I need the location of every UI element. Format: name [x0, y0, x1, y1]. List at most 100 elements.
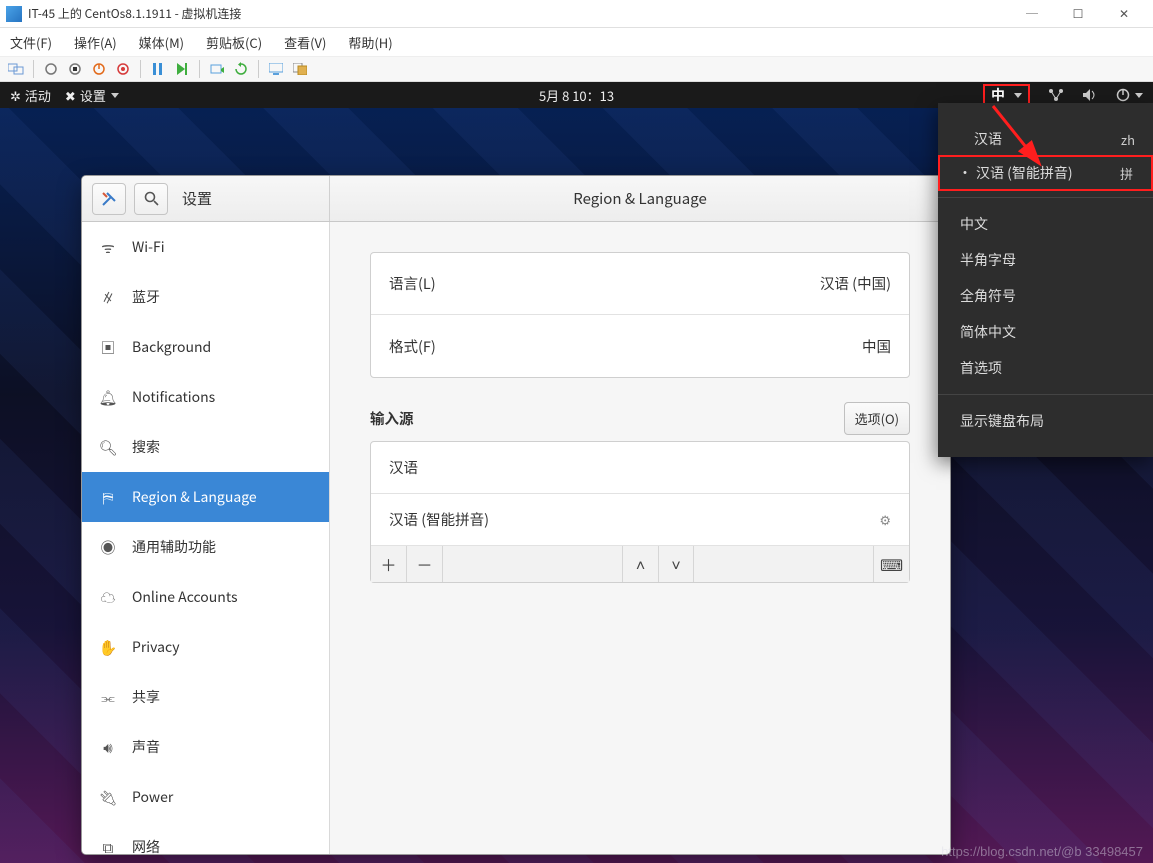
settings-tools-button[interactable] [92, 183, 126, 215]
sidebar-item-label: 通用辅助功能 [132, 537, 216, 557]
host-titlebar: IT-45 上的 CentOs8.1.1911 - 虚拟机连接 ─ ☐ ✕ [0, 0, 1153, 28]
keyboard-layout-button[interactable]: ⌨ [873, 546, 909, 582]
close-button[interactable]: ✕ [1101, 0, 1147, 28]
wifi-icon: ᯤ [98, 237, 118, 258]
sidebar-item-share[interactable]: ⫘ 共享 [82, 672, 329, 722]
vm-icon [6, 6, 22, 22]
input-source-row[interactable]: 汉语 (智能拼音) ⚙ [371, 494, 909, 546]
minimize-button[interactable]: ─ [1009, 0, 1055, 28]
ime-show-keyboard-layout[interactable]: 显示键盘布局 [938, 403, 1153, 439]
reset-button[interactable] [172, 59, 192, 79]
input-sources-options-button[interactable]: 选项(O) [844, 402, 910, 435]
host-toolbar [0, 56, 1153, 82]
row-formats[interactable]: 格式(F) 中国 [371, 315, 909, 377]
chevron-down-icon [111, 93, 119, 98]
sidebar-item-label: 蓝牙 [132, 287, 160, 307]
sidebar-item-notifications[interactable]: 🔔︎Notifications [82, 372, 329, 422]
start-button[interactable] [41, 59, 61, 79]
ime-option-label: 首选项 [956, 358, 1135, 378]
input-sources-box: 汉语 汉语 (智能拼音) ⚙ ＋ － ˄ ˅ ⌨ [370, 441, 910, 583]
network-icon: ⧉ [98, 837, 118, 855]
ime-indicator-label: 中 [991, 85, 1005, 105]
save-button[interactable] [113, 59, 133, 79]
volume-icon[interactable] [1082, 88, 1098, 102]
region-language-panel: 语言(L) 汉语 (中国) 格式(F) 中国 输入源 选项(O) 汉语 [330, 222, 950, 854]
sidebar-item-sound[interactable]: 🔊︎声音 [82, 722, 329, 772]
settings-sidebar: ᯤ Wi-Fi ∦蓝牙 ▣ Background 🔔︎Notifications 🔍… [82, 222, 330, 854]
move-up-button[interactable]: ˄ [622, 546, 658, 582]
clock[interactable]: 5月 8 10：13 [539, 86, 614, 105]
input-source-row[interactable]: 汉语 [371, 442, 909, 494]
menu-view[interactable]: 查看(V) [284, 33, 326, 52]
row-language[interactable]: 语言(L) 汉语 (中国) [371, 253, 909, 315]
ime-mode-fullwidth-symbols[interactable]: 全角符号 [938, 278, 1153, 314]
ime-option-tag: zh [1121, 130, 1135, 149]
enhanced-session-button[interactable] [266, 59, 286, 79]
menu-help[interactable]: 帮助(H) [348, 33, 392, 52]
sidebar-item-network[interactable]: ⧉网络 [82, 822, 329, 854]
region-icon: ⛿ [98, 487, 118, 508]
sidebar-item-power[interactable]: 🔌︎Power [82, 772, 329, 822]
menu-file[interactable]: 文件(F) [10, 33, 52, 52]
clock-label: 5月 8 10：13 [539, 86, 614, 105]
menu-action[interactable]: 操作(A) [74, 33, 117, 52]
chevron-down-icon [1135, 93, 1143, 98]
input-sources-header: 输入源 选项(O) [370, 402, 910, 435]
share-icon: ⫘ [98, 687, 118, 708]
sidebar-item-accessibility[interactable]: ◉通用辅助功能 [82, 522, 329, 572]
menu-clipboard[interactable]: 剪贴板(C) [206, 33, 262, 52]
app-menu-label: 设置 [80, 86, 106, 105]
sidebar-item-label: Privacy [132, 637, 180, 657]
gear-icon[interactable]: ⚙ [879, 510, 891, 529]
ime-mode-simplified[interactable]: 简体中文 [938, 314, 1153, 350]
input-source-label: 汉语 [389, 457, 418, 478]
sidebar-item-bluetooth[interactable]: ∦蓝牙 [82, 272, 329, 322]
language-formats-box: 语言(L) 汉语 (中国) 格式(F) 中国 [370, 252, 910, 378]
sidebar-item-online-accounts[interactable]: ☁Online Accounts [82, 572, 329, 622]
sidebar-item-background[interactable]: ▣ Background [82, 322, 329, 372]
add-input-source-button[interactable]: ＋ [371, 546, 407, 582]
sound-icon: 🔊︎ [98, 737, 118, 758]
ime-option-label: 汉语 (智能拼音) [972, 163, 1120, 183]
settings-search-button[interactable] [134, 183, 168, 215]
stop-button[interactable] [65, 59, 85, 79]
sidebar-item-privacy[interactable]: ✋ Privacy [82, 622, 329, 672]
separator [938, 197, 1153, 198]
input-sources-toolbar: ＋ － ˄ ˅ ⌨ [371, 546, 909, 582]
sidebar-item-label: Background [132, 337, 211, 357]
ime-option-hanyu[interactable]: 汉语 zh [938, 121, 1153, 157]
sidebar-item-label: 共享 [132, 687, 160, 707]
revert-button[interactable] [231, 59, 251, 79]
sidebar-item-search[interactable]: 🔍︎搜索 [82, 422, 329, 472]
ime-preferences[interactable]: 首选项 [938, 350, 1153, 386]
watermark: https://blog.csdn.net/@b 33498457 [941, 844, 1143, 859]
ime-dropdown-popup: 汉语 zh · 汉语 (智能拼音) 拼 中文 半角字母 全角符号 简体中文 首选… [938, 103, 1153, 457]
row-value: 中国 [862, 336, 891, 357]
row-label: 语言(L) [389, 273, 820, 294]
app-menu[interactable]: ✖ 设置 [65, 86, 119, 105]
separator [938, 394, 1153, 395]
network-icon[interactable] [1048, 88, 1064, 102]
menu-media[interactable]: 媒体(M) [139, 33, 184, 52]
activities-icon[interactable]: ✲ 活动 [10, 86, 51, 105]
move-down-button[interactable]: ˅ [658, 546, 694, 582]
privacy-icon: ✋ [98, 637, 118, 658]
share-button[interactable] [290, 59, 310, 79]
power-icon: 🔌︎ [98, 787, 118, 808]
remove-input-source-button[interactable]: － [407, 546, 443, 582]
ctrl-alt-del-button[interactable] [6, 59, 26, 79]
sidebar-item-label: Wi-Fi [132, 237, 165, 257]
checkpoint-button[interactable] [207, 59, 227, 79]
ime-option-hanyu-pinyin[interactable]: · 汉语 (智能拼音) 拼 [938, 155, 1153, 191]
sidebar-item-region-language[interactable]: ⛿Region & Language [82, 472, 329, 522]
row-label: 格式(F) [389, 336, 862, 357]
ime-mode-chinese[interactable]: 中文 [938, 206, 1153, 242]
shutdown-button[interactable] [89, 59, 109, 79]
sidebar-item-wifi[interactable]: ᯤ Wi-Fi [82, 222, 329, 272]
bell-icon: 🔔︎ [98, 387, 118, 408]
background-icon: ▣ [98, 337, 118, 358]
pause-button[interactable] [148, 59, 168, 79]
maximize-button[interactable]: ☐ [1055, 0, 1101, 28]
power-icon[interactable] [1116, 88, 1143, 102]
ime-mode-halfwidth[interactable]: 半角字母 [938, 242, 1153, 278]
